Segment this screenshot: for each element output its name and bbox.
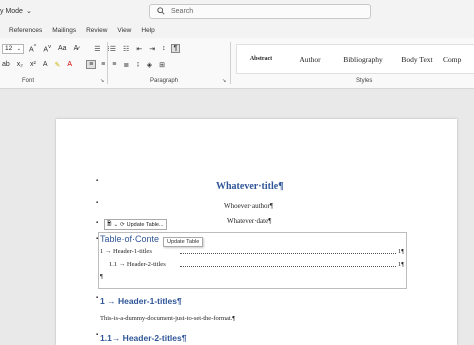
chevron-down-icon[interactable]: ⌄: [113, 222, 118, 228]
document-date[interactable]: Whatever·date¶: [227, 217, 271, 225]
bullets-icon[interactable]: ☰: [92, 45, 102, 53]
heading-2[interactable]: 1.1→ Header-2-titles¶: [100, 333, 186, 343]
highlight-icon[interactable]: ✎: [53, 61, 63, 69]
style-comp[interactable]: Comp: [443, 55, 473, 64]
font-color-icon[interactable]: A: [65, 61, 74, 68]
font-row-1: 12 ⌄ A^ Av Aa A̷ ☰ ⁝☰ ☷ ⇤ ⇥ ↕ ¶: [0, 43, 181, 54]
paragraph-marker: ▪: [96, 295, 99, 301]
toc-leader: [180, 253, 396, 254]
paragraph-marker: ▪: [96, 220, 99, 226]
paragraph-dialog-launcher-icon[interactable]: ↘: [222, 78, 226, 84]
body-paragraph[interactable]: This-is-a-dummy-document-just-to-set-the…: [100, 315, 235, 322]
toc-leader: [180, 266, 396, 267]
toc-entry-1[interactable]: 1 → Header-1-titles: [100, 248, 152, 255]
text-effects-icon[interactable]: A: [41, 61, 50, 68]
align-right-icon[interactable]: ≡: [110, 61, 118, 68]
style-abstract[interactable]: Abstract: [237, 56, 285, 62]
heading-1[interactable]: 1 → Header-1-titles¶: [100, 296, 182, 306]
mode-label: y Mode: [0, 7, 23, 15]
style-author[interactable]: Author: [285, 55, 335, 64]
paragraph-marker: ▪: [96, 332, 99, 338]
superscript-icon[interactable]: x²: [28, 61, 38, 68]
paragraph-marker: ▪: [96, 200, 99, 206]
increase-indent-icon[interactable]: ⇥: [147, 45, 157, 53]
align-left-icon[interactable]: ≡: [86, 60, 97, 69]
decrease-indent-icon[interactable]: ⇤: [134, 45, 144, 53]
sort-icon[interactable]: ↕: [160, 45, 168, 52]
show-formatting-marks-icon[interactable]: ¶: [170, 44, 181, 53]
refresh-icon: ⟳: [120, 221, 125, 228]
toc-entry-2-page: 1¶: [398, 261, 405, 268]
toc-entry-2[interactable]: 1.1 → Header-2-titles: [109, 261, 166, 268]
tab-view[interactable]: View: [112, 27, 136, 34]
update-table-button[interactable]: Update Table...: [127, 222, 164, 228]
grow-font-icon[interactable]: A^: [27, 44, 38, 53]
ribbon: 12 ⌄ A^ Av Aa A̷ ☰ ⁝☰ ☷ ⇤ ⇥ ↕ ¶ ab x₂ x²…: [0, 38, 474, 89]
strikethrough-icon[interactable]: ab: [0, 61, 12, 68]
menu-bar: References Mailings Review View Help: [0, 22, 474, 38]
font-size-value: 12: [5, 45, 13, 52]
paragraph-marker: ▪: [96, 178, 99, 184]
borders-icon[interactable]: ⊞: [157, 61, 167, 69]
divider: [107, 42, 108, 84]
mode-selector[interactable]: y Mode ⌄: [0, 7, 32, 16]
toc-title[interactable]: Table·of·Conte: [100, 234, 159, 244]
toc-doc-icon[interactable]: 🗎: [107, 220, 111, 229]
styles-gallery: Abstract Author Bibliography Body Text C…: [236, 44, 474, 74]
chevron-down-icon: ⌄: [16, 45, 21, 52]
tab-review[interactable]: Review: [81, 27, 112, 34]
tab-mailings[interactable]: Mailings: [47, 27, 81, 34]
tab-help[interactable]: Help: [136, 27, 159, 34]
paragraph-marker: ▪: [96, 236, 99, 242]
chevron-down-icon: ⌄: [25, 8, 32, 15]
divider: [230, 42, 231, 84]
shading-icon[interactable]: ◈: [145, 61, 154, 69]
document-title[interactable]: Whatever·title¶: [216, 181, 284, 192]
style-bibliography[interactable]: Bibliography: [335, 55, 391, 64]
font-row-2: ab x₂ x² A ✎ A ≡ ≡ ≡ ≣ ↨ ◈ ⊞: [0, 59, 167, 70]
shrink-font-icon[interactable]: Av: [41, 44, 53, 53]
search-box[interactable]: Search: [149, 4, 371, 19]
toc-entry-1-page: 1¶: [398, 248, 405, 255]
paragraph-group-label: Paragraph: [150, 78, 179, 84]
font-size-select[interactable]: 12 ⌄: [2, 43, 24, 54]
multilevel-list-icon[interactable]: ☷: [121, 45, 131, 53]
document-author[interactable]: Whoever·author¶: [224, 202, 273, 210]
search-icon: [157, 6, 165, 17]
style-body-text[interactable]: Body Text: [391, 55, 443, 64]
line-spacing-icon[interactable]: ↨: [134, 61, 142, 68]
styles-group-label: Styles: [356, 78, 373, 84]
search-placeholder: Search: [171, 8, 194, 15]
tab-references[interactable]: References: [0, 27, 47, 34]
font-dialog-launcher-icon[interactable]: ↘: [100, 78, 104, 84]
clear-format-icon[interactable]: A̷: [72, 45, 81, 52]
update-table-tooltip: Update Table: [163, 237, 204, 247]
font-group-label: Font: [22, 78, 35, 84]
title-bar: y Mode ⌄ Search: [0, 0, 474, 22]
toc-end-mark: ¶: [100, 273, 103, 280]
change-case-icon[interactable]: Aa: [56, 45, 69, 52]
subscript-icon[interactable]: x₂: [15, 61, 25, 68]
toc-update-toolbar: 🗎 ⌄ ⟳ Update Table...: [104, 219, 167, 230]
justify-icon[interactable]: ≣: [121, 61, 131, 69]
